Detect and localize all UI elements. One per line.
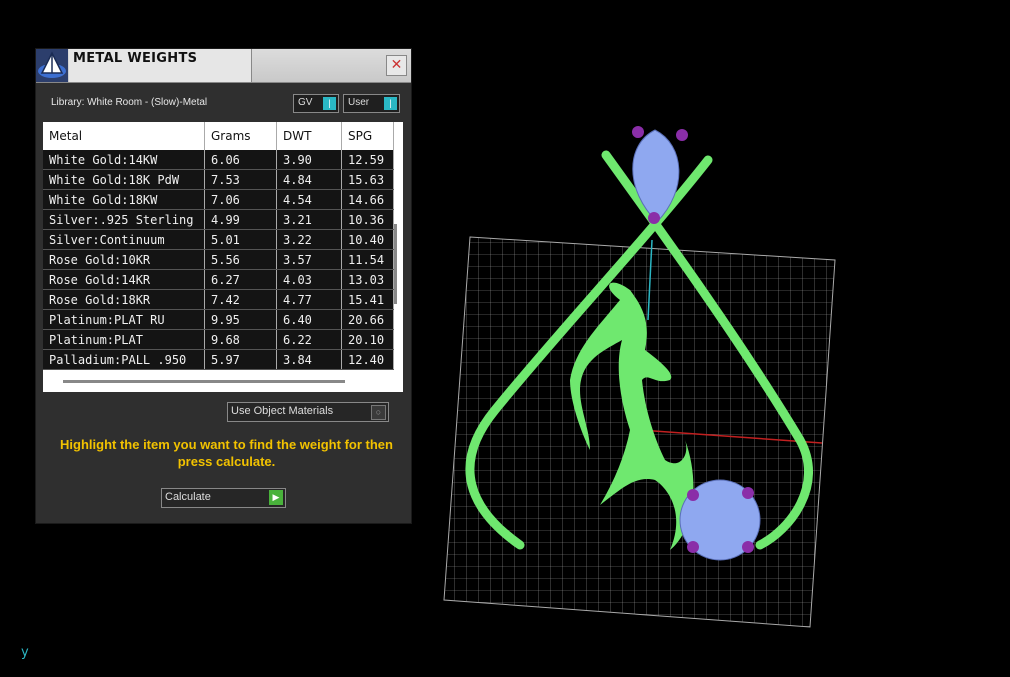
metal-cell: Platinum:PLAT [43, 329, 205, 350]
spg-cell: 15.41 [341, 289, 394, 310]
metal-weights-panel: METAL WEIGHTS ✕ Library: White Room - (S… [35, 48, 412, 524]
grams-cell: 9.95 [204, 309, 277, 330]
grams-cell: 6.06 [204, 150, 277, 170]
grams-cell: 4.99 [204, 209, 277, 230]
grams-cell: 6.27 [204, 269, 277, 290]
spg-cell: 10.40 [341, 229, 394, 250]
column-header-grams[interactable]: Grams [204, 122, 277, 150]
use-object-materials-label: Use Object Materials [231, 405, 334, 417]
metal-cell: White Gold:18K PdW [43, 169, 205, 190]
dwt-cell: 3.90 [276, 150, 342, 170]
grams-cell: 7.53 [204, 169, 277, 190]
prong [742, 487, 754, 499]
dwt-cell: 4.54 [276, 189, 342, 210]
dwt-cell: 4.03 [276, 269, 342, 290]
spg-cell: 10.36 [341, 209, 394, 230]
prong [632, 126, 644, 138]
dwt-cell: 6.40 [276, 309, 342, 330]
dwt-cell: 3.21 [276, 209, 342, 230]
table-row[interactable]: Platinum:PLAT 9.68 6.22 20.10 [43, 329, 394, 350]
library-label: Library: White Room - (Slow)-Metal [51, 97, 208, 108]
metal-cell: Silver:Continuum [43, 229, 205, 250]
spg-cell: 20.10 [341, 329, 394, 350]
metal-cell: White Gold:18KW [43, 189, 205, 210]
table-row[interactable]: White Gold:18K PdW 7.53 4.84 15.63 [43, 169, 394, 190]
metal-cell: Rose Gold:14KR [43, 269, 205, 290]
grams-cell: 5.01 [204, 229, 277, 250]
calculate-button[interactable]: Calculate ▶ [161, 488, 286, 508]
title-bar[interactable]: METAL WEIGHTS ✕ [36, 49, 411, 83]
metal-cell: Rose Gold:10KR [43, 249, 205, 270]
gv-toggle-label: GV [298, 97, 313, 108]
toggle-switch-icon: | [384, 97, 397, 110]
axis-y-indicator: y [21, 645, 29, 660]
dwt-cell: 3.84 [276, 349, 342, 370]
toggle-switch-icon: | [323, 97, 336, 110]
grams-cell: 9.68 [204, 329, 277, 350]
instruction-text: Highlight the item you want to find the … [60, 437, 393, 469]
table-row[interactable]: Platinum:PLAT RU 9.95 6.40 20.66 [43, 309, 394, 330]
table-row[interactable]: White Gold:18KW 7.06 4.54 14.66 [43, 189, 394, 210]
vertical-scrollbar[interactable] [391, 182, 401, 372]
grams-cell: 7.42 [204, 289, 277, 310]
table-row[interactable]: Rose Gold:18KR 7.42 4.77 15.41 [43, 289, 394, 310]
3d-viewport[interactable] [430, 110, 850, 640]
dwt-cell: 4.84 [276, 169, 342, 190]
column-header-metal[interactable]: Metal [43, 122, 205, 150]
table-row[interactable]: Palladium:PALL .950 5.97 3.84 12.40 [43, 349, 394, 370]
spg-cell: 11.54 [341, 249, 394, 270]
grams-cell: 5.97 [204, 349, 277, 370]
calculate-label: Calculate [165, 491, 211, 503]
window-title: METAL WEIGHTS [73, 51, 198, 66]
spg-cell: 13.03 [341, 269, 394, 290]
table-row[interactable]: White Gold:14KW 6.06 3.90 12.59 [43, 150, 394, 170]
prong [648, 212, 660, 224]
app-logo-icon [36, 49, 68, 82]
table-row[interactable]: Rose Gold:14KR 6.27 4.03 13.03 [43, 269, 394, 290]
metal-table[interactable]: Metal Grams DWT SPG White Gold:14KW 6.06 3… [43, 122, 403, 392]
spg-cell: 12.59 [341, 150, 394, 170]
gv-toggle[interactable]: GV | [293, 94, 339, 113]
table-row[interactable]: Silver:.925 Sterling 4.99 3.21 10.36 [43, 209, 394, 230]
play-icon: ▶ [269, 490, 283, 505]
toggle-off-icon: ○ [371, 405, 386, 420]
metal-cell: Rose Gold:18KR [43, 289, 205, 310]
prong [676, 129, 688, 141]
prong [687, 489, 699, 501]
dwt-cell: 3.57 [276, 249, 342, 270]
spg-cell: 12.40 [341, 349, 394, 370]
dwt-cell: 4.77 [276, 289, 342, 310]
dwt-cell: 6.22 [276, 329, 342, 350]
grams-cell: 5.56 [204, 249, 277, 270]
metal-cell: Silver:.925 Sterling [43, 209, 205, 230]
metal-cell: Platinum:PLAT RU [43, 309, 205, 330]
prong [687, 541, 699, 553]
column-header-spg[interactable]: SPG [341, 122, 394, 150]
metal-cell: Palladium:PALL .950 [43, 349, 205, 370]
use-object-materials-toggle[interactable]: Use Object Materials ○ [227, 402, 389, 422]
spg-cell: 15.63 [341, 169, 394, 190]
grams-cell: 7.06 [204, 189, 277, 210]
table-row[interactable]: Rose Gold:10KR 5.56 3.57 11.54 [43, 249, 394, 270]
close-button[interactable]: ✕ [386, 55, 407, 76]
column-header-dwt[interactable]: DWT [276, 122, 342, 150]
spg-cell: 14.66 [341, 189, 394, 210]
user-toggle-label: User [348, 97, 370, 108]
metal-cell: White Gold:14KW [43, 150, 205, 170]
horizontal-scrollbar[interactable] [63, 380, 345, 383]
table-row[interactable]: Silver:Continuum 5.01 3.22 10.40 [43, 229, 394, 250]
spg-cell: 20.66 [341, 309, 394, 330]
prong [742, 541, 754, 553]
dwt-cell: 3.22 [276, 229, 342, 250]
user-toggle[interactable]: User | [343, 94, 400, 113]
